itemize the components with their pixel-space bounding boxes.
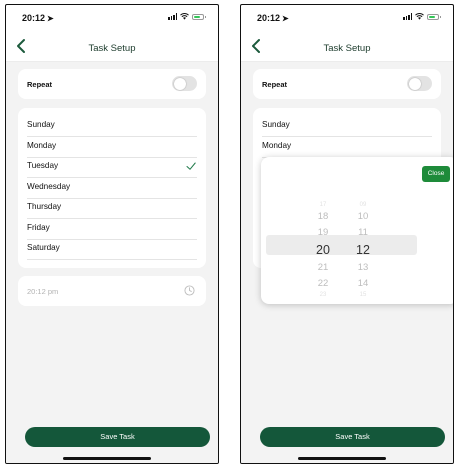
checkmark-icon: [186, 162, 196, 170]
day-row-friday[interactable]: Friday: [27, 219, 197, 240]
repeat-label: Repeat: [262, 80, 288, 89]
hour-option: 22: [317, 277, 329, 289]
signal-icon: [403, 13, 412, 20]
minute-option-faint: 09: [359, 202, 367, 208]
clock-icon: [184, 285, 195, 296]
location-arrow-icon: ➤: [282, 14, 289, 23]
repeat-card: Repeat: [18, 69, 206, 99]
hour-option: 18: [317, 211, 329, 222]
minute-option: 10: [357, 211, 369, 222]
status-icons: [168, 13, 206, 20]
minute-wheel[interactable]: 09 10 11 12 13 14 15: [348, 201, 378, 299]
status-bar: 20:12 ➤: [6, 5, 218, 29]
day-label: Sunday: [262, 120, 290, 129]
signal-icon: [168, 13, 177, 20]
minute-option: 13: [357, 262, 369, 273]
repeat-card: Repeat: [253, 69, 441, 99]
day-row-sunday[interactable]: Sunday: [262, 116, 432, 137]
day-label: Wednesday: [27, 181, 71, 191]
save-task-button[interactable]: Save Task: [260, 427, 445, 447]
toggle-knob: [408, 77, 421, 90]
hour-option: 19: [317, 226, 329, 238]
hour-option-faint: 17: [319, 202, 327, 208]
content-area: Repeat Sunday Monday Tuesday Wednesday T…: [6, 62, 218, 463]
phone-screen-left: 20:12 ➤ Task Setup Repeat Sunday Monday T…: [5, 4, 219, 464]
day-label: Friday: [27, 222, 50, 232]
home-indicator: [63, 457, 151, 460]
day-label: Thursday: [27, 202, 62, 211]
status-time-text: 20:12: [257, 13, 281, 23]
time-value: 20:12 pm: [27, 287, 59, 296]
minute-option: 14: [357, 277, 369, 289]
home-indicator: [298, 457, 386, 460]
day-label: Monday: [262, 140, 292, 150]
days-list: Sunday Monday Tuesday Wednesday Thursday…: [18, 108, 206, 268]
wifi-icon: [415, 13, 424, 20]
status-bar: 20:12 ➤: [241, 5, 453, 29]
minute-selected: 12: [356, 243, 370, 257]
time-field[interactable]: 20:12 pm: [18, 276, 206, 306]
day-label: Tuesday: [27, 161, 59, 170]
day-label: Sunday: [27, 120, 55, 129]
hour-wheel[interactable]: 17 18 19 20 21 22 23: [308, 201, 338, 299]
battery-icon: [427, 13, 441, 20]
phone-screen-right: 20:12 ➤ Task Setup Repeat Sunday Monday C…: [240, 4, 454, 464]
toggle-knob: [173, 77, 186, 90]
minute-option-faint: 15: [359, 292, 367, 298]
wifi-icon: [180, 13, 189, 20]
nav-bar: Task Setup: [241, 35, 453, 62]
picker-selection-band: [266, 235, 417, 255]
page-title: Task Setup: [88, 43, 136, 54]
day-label: Monday: [27, 140, 57, 150]
minute-option: 11: [358, 226, 368, 238]
hour-selected: 20: [316, 243, 330, 257]
day-row-saturday[interactable]: Saturday: [27, 239, 197, 260]
status-time: 20:12 ➤: [22, 13, 54, 23]
time-picker-sheet: Close 17 18 19 20 21 22 23 09 10 11 12 1…: [261, 157, 453, 304]
repeat-toggle[interactable]: [407, 76, 432, 91]
location-arrow-icon: ➤: [47, 14, 54, 23]
status-time: 20:12 ➤: [257, 13, 289, 23]
day-row-sunday[interactable]: Sunday: [27, 116, 197, 137]
page-title: Task Setup: [323, 43, 371, 54]
day-label: Saturday: [27, 243, 60, 252]
nav-bar: Task Setup: [6, 35, 218, 62]
day-row-monday[interactable]: Monday: [262, 137, 432, 158]
save-task-button[interactable]: Save Task: [25, 427, 210, 447]
battery-icon: [192, 13, 206, 20]
day-row-tuesday[interactable]: Tuesday: [27, 157, 197, 178]
hour-option: 21: [317, 262, 329, 273]
day-row-thursday[interactable]: Thursday: [27, 198, 197, 219]
close-button[interactable]: Close: [422, 166, 450, 182]
repeat-label: Repeat: [27, 80, 53, 89]
day-row-monday[interactable]: Monday: [27, 137, 197, 158]
hour-option-faint: 23: [319, 292, 327, 298]
day-row-wednesday[interactable]: Wednesday: [27, 178, 197, 199]
status-time-text: 20:12: [22, 13, 46, 23]
status-icons: [403, 13, 441, 20]
repeat-toggle[interactable]: [172, 76, 197, 91]
